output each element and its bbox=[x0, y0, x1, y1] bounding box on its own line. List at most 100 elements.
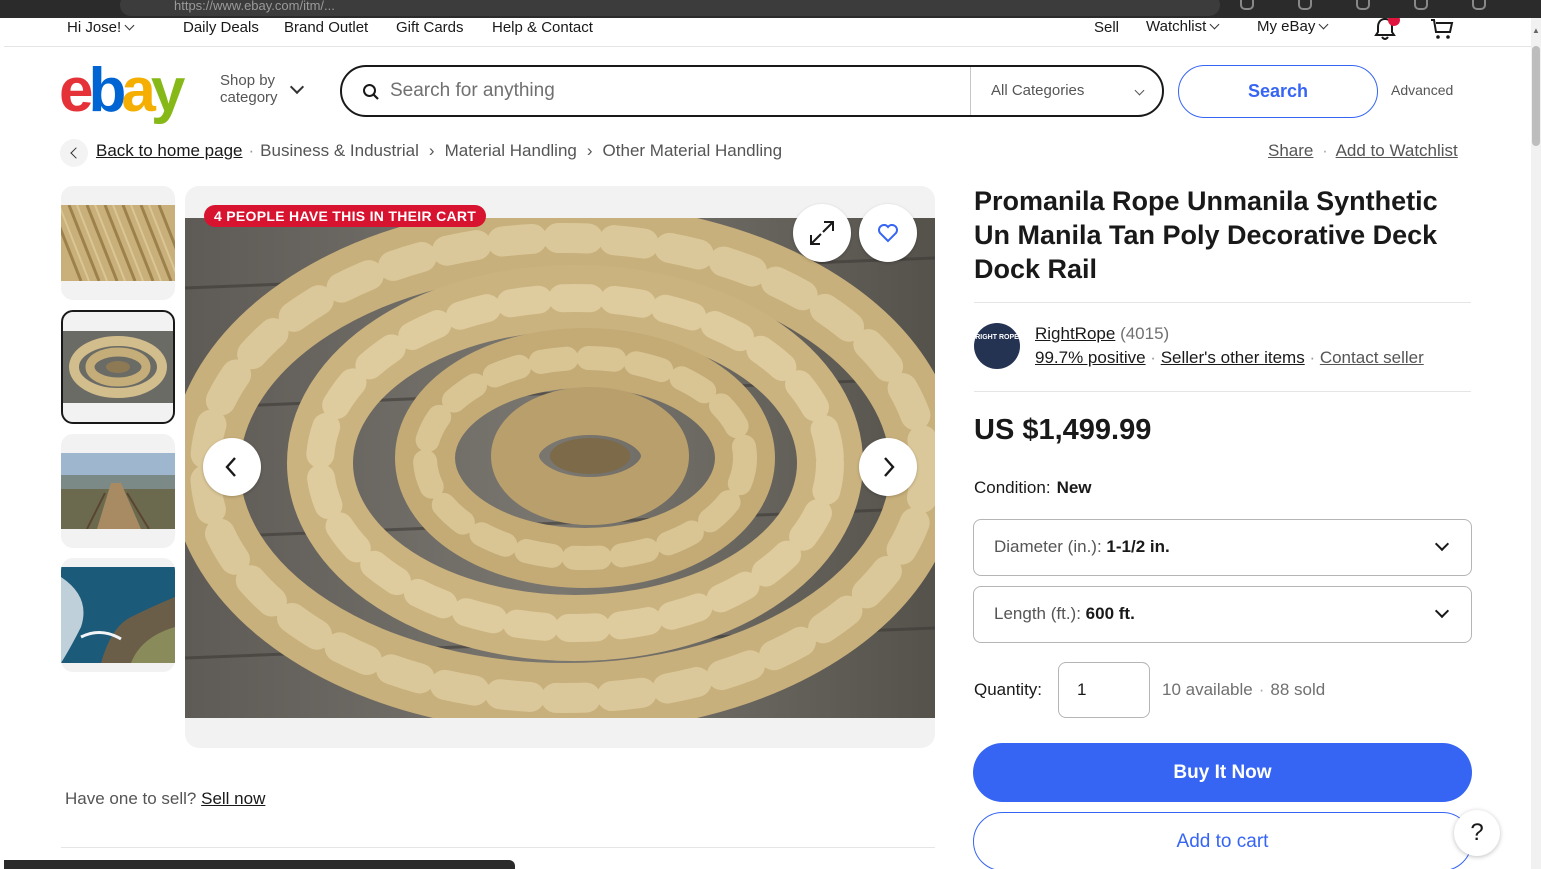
seller-name-link[interactable]: RightRope bbox=[1035, 324, 1115, 343]
category-select[interactable]: All Categories bbox=[970, 67, 1162, 115]
watchlist-text: Watchlist bbox=[1146, 18, 1207, 35]
expand-button[interactable] bbox=[793, 204, 851, 262]
next-image-button[interactable] bbox=[859, 438, 917, 496]
share-watchlist-links: Share · Add to Watchlist bbox=[1268, 141, 1458, 160]
chevron-right-icon bbox=[884, 457, 895, 477]
thumbnail-rope-coil[interactable] bbox=[61, 310, 175, 424]
scrollbar[interactable]: ▲ bbox=[1531, 18, 1541, 869]
seller-feedback-count: (4015) bbox=[1120, 324, 1170, 343]
notification-badge bbox=[1388, 18, 1400, 26]
seller-info: RightRope (4015) bbox=[1035, 324, 1169, 344]
thumbnail-image bbox=[63, 331, 173, 403]
availability: 10 available · 88 sold bbox=[1162, 680, 1326, 699]
cart-icon[interactable] bbox=[1430, 18, 1454, 41]
browser-chrome: https://www.ebay.com/itm/... bbox=[0, 0, 1541, 18]
condition-value: New bbox=[1056, 478, 1092, 497]
seller-other-items-link[interactable]: Seller's other items bbox=[1161, 348, 1305, 367]
advanced-search-link[interactable]: Advanced bbox=[1391, 82, 1453, 98]
category-select-value: All Categories bbox=[991, 82, 1085, 99]
address-bar[interactable]: https://www.ebay.com/itm/... bbox=[120, 0, 1220, 16]
thumbnail-coast-cliffs[interactable] bbox=[61, 558, 175, 672]
chevron-left-icon bbox=[225, 457, 236, 477]
thumbnail-rope-texture[interactable] bbox=[61, 186, 175, 300]
add-to-watchlist-link[interactable]: Add to Watchlist bbox=[1336, 141, 1458, 160]
my-ebay-menu[interactable]: My eBay bbox=[1257, 18, 1329, 35]
seller-avatar[interactable]: RIGHT ROPE bbox=[974, 323, 1020, 369]
expand-icon bbox=[810, 221, 834, 245]
scroll-up-arrow-icon[interactable]: ▲ bbox=[1532, 26, 1540, 35]
in-cart-badge: 4 PEOPLE HAVE THIS IN THEIR CART bbox=[204, 205, 487, 227]
chevron-down-icon[interactable] bbox=[289, 79, 305, 95]
divider bbox=[61, 847, 935, 848]
search-bar: All Categories bbox=[340, 65, 1164, 117]
chevron-down-icon bbox=[1434, 603, 1450, 619]
nav-sell[interactable]: Sell bbox=[1094, 19, 1119, 36]
top-nav: Hi Jose! Daily Deals Brand Outlet Gift C… bbox=[4, 18, 1531, 47]
search-input[interactable] bbox=[390, 75, 960, 107]
my-ebay-text: My eBay bbox=[1257, 18, 1316, 35]
page: Hi Jose! Daily Deals Brand Outlet Gift C… bbox=[4, 18, 1531, 869]
greeting-menu[interactable]: Hi Jose! bbox=[67, 19, 135, 36]
thumbnail-coastal-walkway[interactable] bbox=[61, 434, 175, 548]
help-button[interactable]: ? bbox=[1454, 810, 1500, 856]
share-link[interactable]: Share bbox=[1268, 141, 1313, 160]
diameter-select[interactable]: Diameter (in.): 1-1/2 in. bbox=[973, 519, 1472, 576]
sell-prompt: Have one to sell? Sell now bbox=[65, 789, 265, 809]
product-title: Promanila Rope Unmanila Synthetic Un Man… bbox=[974, 186, 1438, 284]
seller-links: 99.7% positive · Seller's other items · … bbox=[1035, 348, 1424, 367]
length-select[interactable]: Length (ft.): 600 ft. bbox=[973, 586, 1472, 643]
length-value: 600 ft. bbox=[1085, 604, 1135, 623]
browser-toolbar-icons bbox=[1240, 0, 1486, 10]
seller-avatar-text: RIGHT ROPE bbox=[975, 334, 1019, 341]
breadcrumb-item[interactable]: Other Material Handling bbox=[603, 141, 783, 160]
search-button[interactable]: Search bbox=[1178, 65, 1378, 118]
scrollbar-thumb[interactable] bbox=[1532, 46, 1540, 146]
chevron-down-icon bbox=[1434, 536, 1450, 552]
buy-it-now-button[interactable]: Buy It Now bbox=[973, 743, 1472, 802]
nav-brand-outlet[interactable]: Brand Outlet bbox=[284, 19, 368, 36]
watchlist-menu[interactable]: Watchlist bbox=[1146, 18, 1220, 35]
sell-prompt-text: Have one to sell? bbox=[65, 789, 197, 808]
thumbnail-image bbox=[61, 453, 175, 529]
breadcrumb-item[interactable]: Business & Industrial bbox=[260, 141, 419, 160]
back-arrow-icon[interactable] bbox=[60, 139, 88, 167]
thumbnail-image bbox=[61, 205, 175, 281]
search-icon bbox=[363, 84, 379, 100]
breadcrumb-back-home[interactable]: Back to home page bbox=[96, 141, 242, 160]
quantity-input[interactable] bbox=[1058, 662, 1150, 718]
notification-bell-icon[interactable] bbox=[1374, 18, 1400, 41]
chevron-down-icon bbox=[1318, 19, 1329, 30]
length-label: Length (ft.): bbox=[994, 604, 1081, 623]
contact-seller-link[interactable]: Contact seller bbox=[1320, 348, 1424, 367]
diameter-value: 1-1/2 in. bbox=[1106, 537, 1170, 556]
nav-gift-cards[interactable]: Gift Cards bbox=[396, 19, 464, 36]
divider bbox=[974, 302, 1471, 303]
positive-feedback-link[interactable]: 99.7% positive bbox=[1035, 348, 1146, 367]
nav-daily-deals[interactable]: Daily Deals bbox=[183, 19, 259, 36]
thumbnail-image bbox=[61, 567, 175, 663]
condition: Condition: New bbox=[974, 478, 1092, 498]
available-count: 10 available bbox=[1162, 680, 1253, 699]
sell-now-link[interactable]: Sell now bbox=[201, 789, 265, 808]
ebay-logo[interactable]: ebay bbox=[59, 56, 185, 126]
previous-image-button[interactable] bbox=[203, 438, 261, 496]
chevron-down-icon bbox=[1209, 19, 1220, 30]
add-to-cart-button[interactable]: Add to cart bbox=[973, 812, 1472, 869]
sold-count: 88 sold bbox=[1270, 680, 1326, 699]
add-to-watchlist-button[interactable] bbox=[859, 204, 917, 262]
quantity-label: Quantity: bbox=[974, 680, 1043, 699]
greeting-text: Hi Jose! bbox=[67, 19, 122, 36]
breadcrumb: Back to home page · Business & Industrial ›… bbox=[96, 141, 783, 160]
shop-by-category[interactable]: Shop by category bbox=[220, 72, 290, 106]
divider bbox=[974, 391, 1471, 392]
breadcrumb-item[interactable]: Material Handling bbox=[445, 141, 577, 160]
main-product-image[interactable] bbox=[185, 218, 935, 718]
chevron-down-icon bbox=[124, 20, 135, 31]
condition-label: Condition: bbox=[974, 478, 1051, 497]
heart-icon bbox=[878, 224, 898, 243]
diameter-label: Diameter (in.): bbox=[994, 537, 1102, 556]
price: US $1,499.99 bbox=[974, 414, 1152, 446]
image-gallery bbox=[185, 186, 935, 748]
browser-status-bar bbox=[4, 860, 515, 869]
nav-help-contact[interactable]: Help & Contact bbox=[492, 19, 593, 36]
